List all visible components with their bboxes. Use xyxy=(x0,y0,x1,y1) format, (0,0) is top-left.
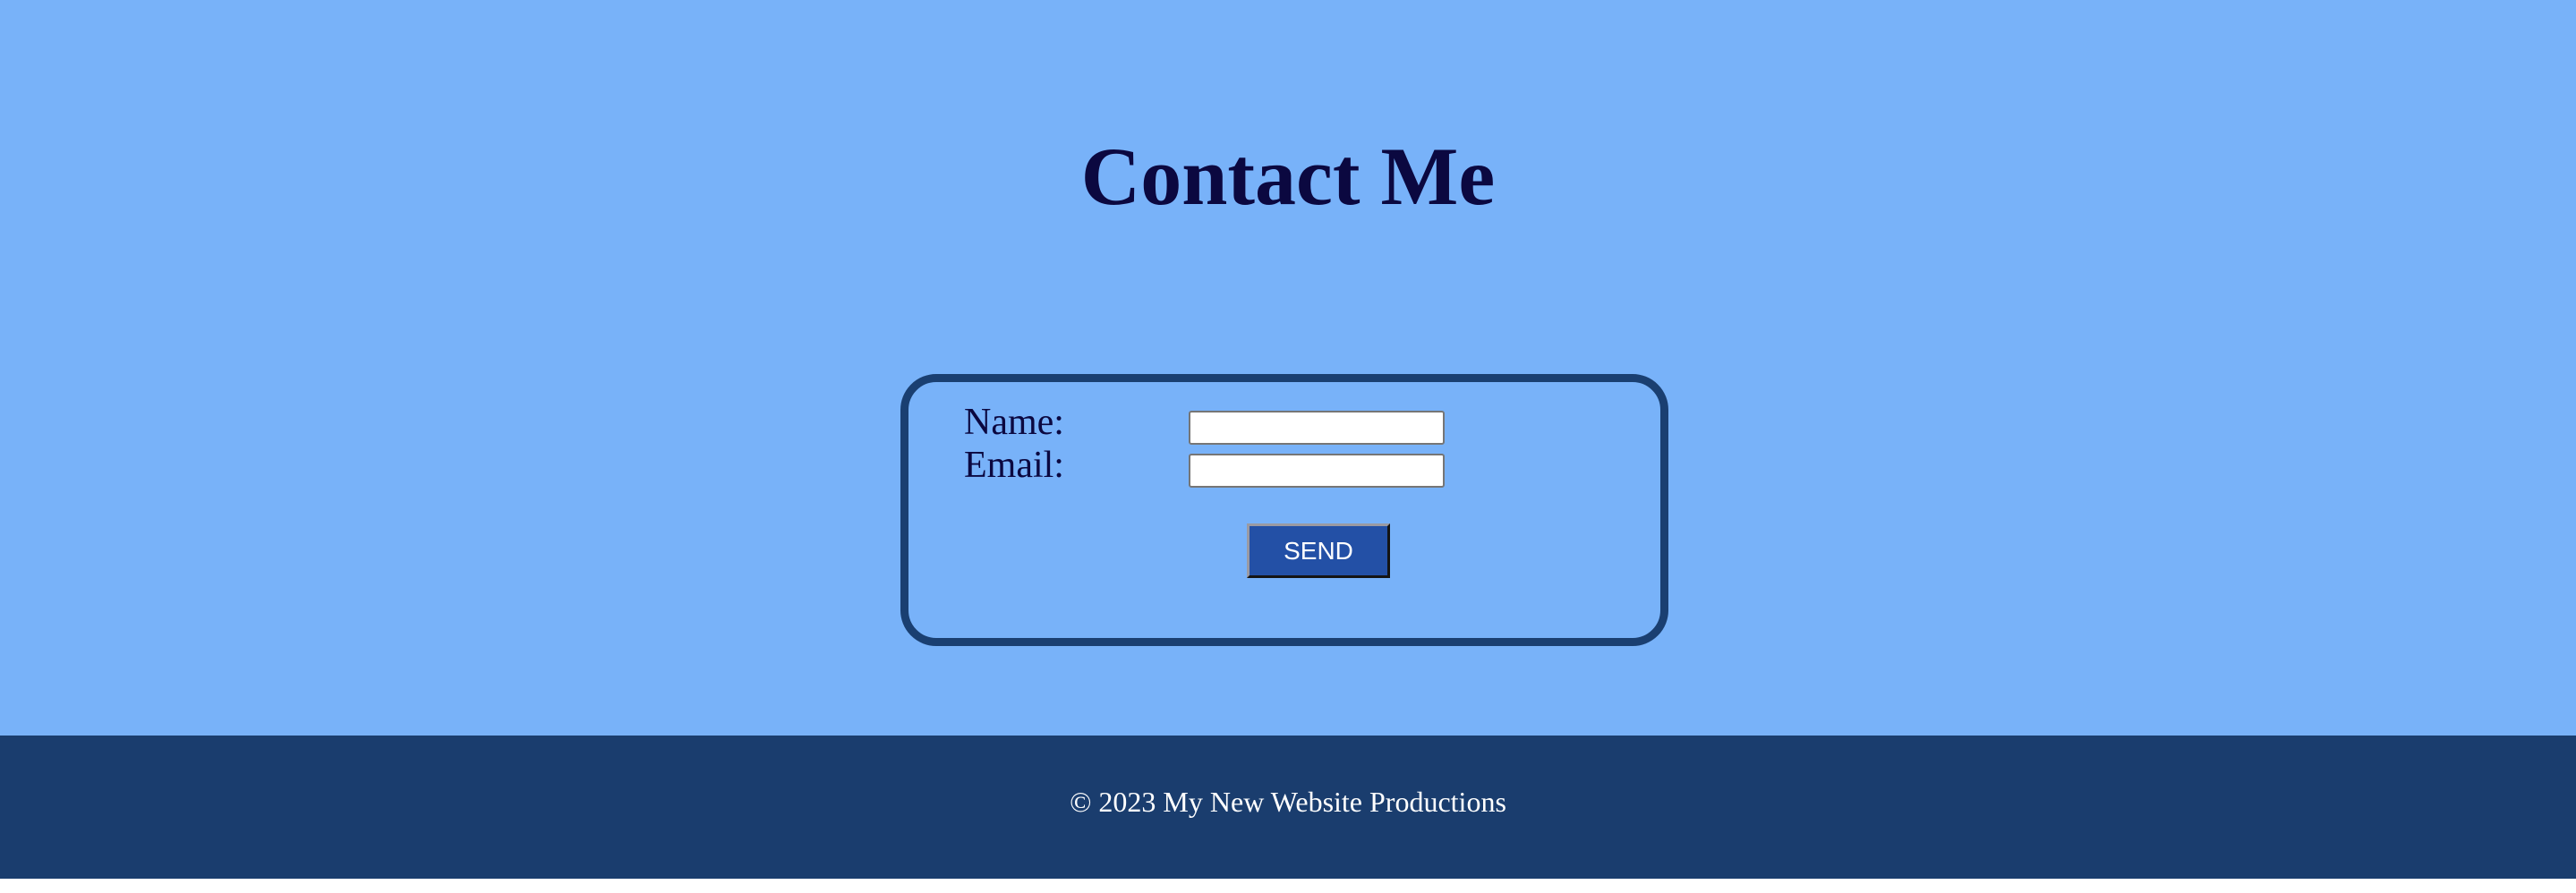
name-label: Name: xyxy=(964,402,1064,443)
send-button[interactable]: SEND xyxy=(1247,523,1390,578)
page-title: Contact Me xyxy=(1080,131,1496,222)
footer-copyright: © 2023 My New Website Productions xyxy=(1070,786,1506,818)
name-field[interactable] xyxy=(1189,411,1445,445)
email-label: Email: xyxy=(964,445,1064,486)
page-bottom-margin xyxy=(0,879,2576,893)
email-field[interactable] xyxy=(1189,454,1445,488)
